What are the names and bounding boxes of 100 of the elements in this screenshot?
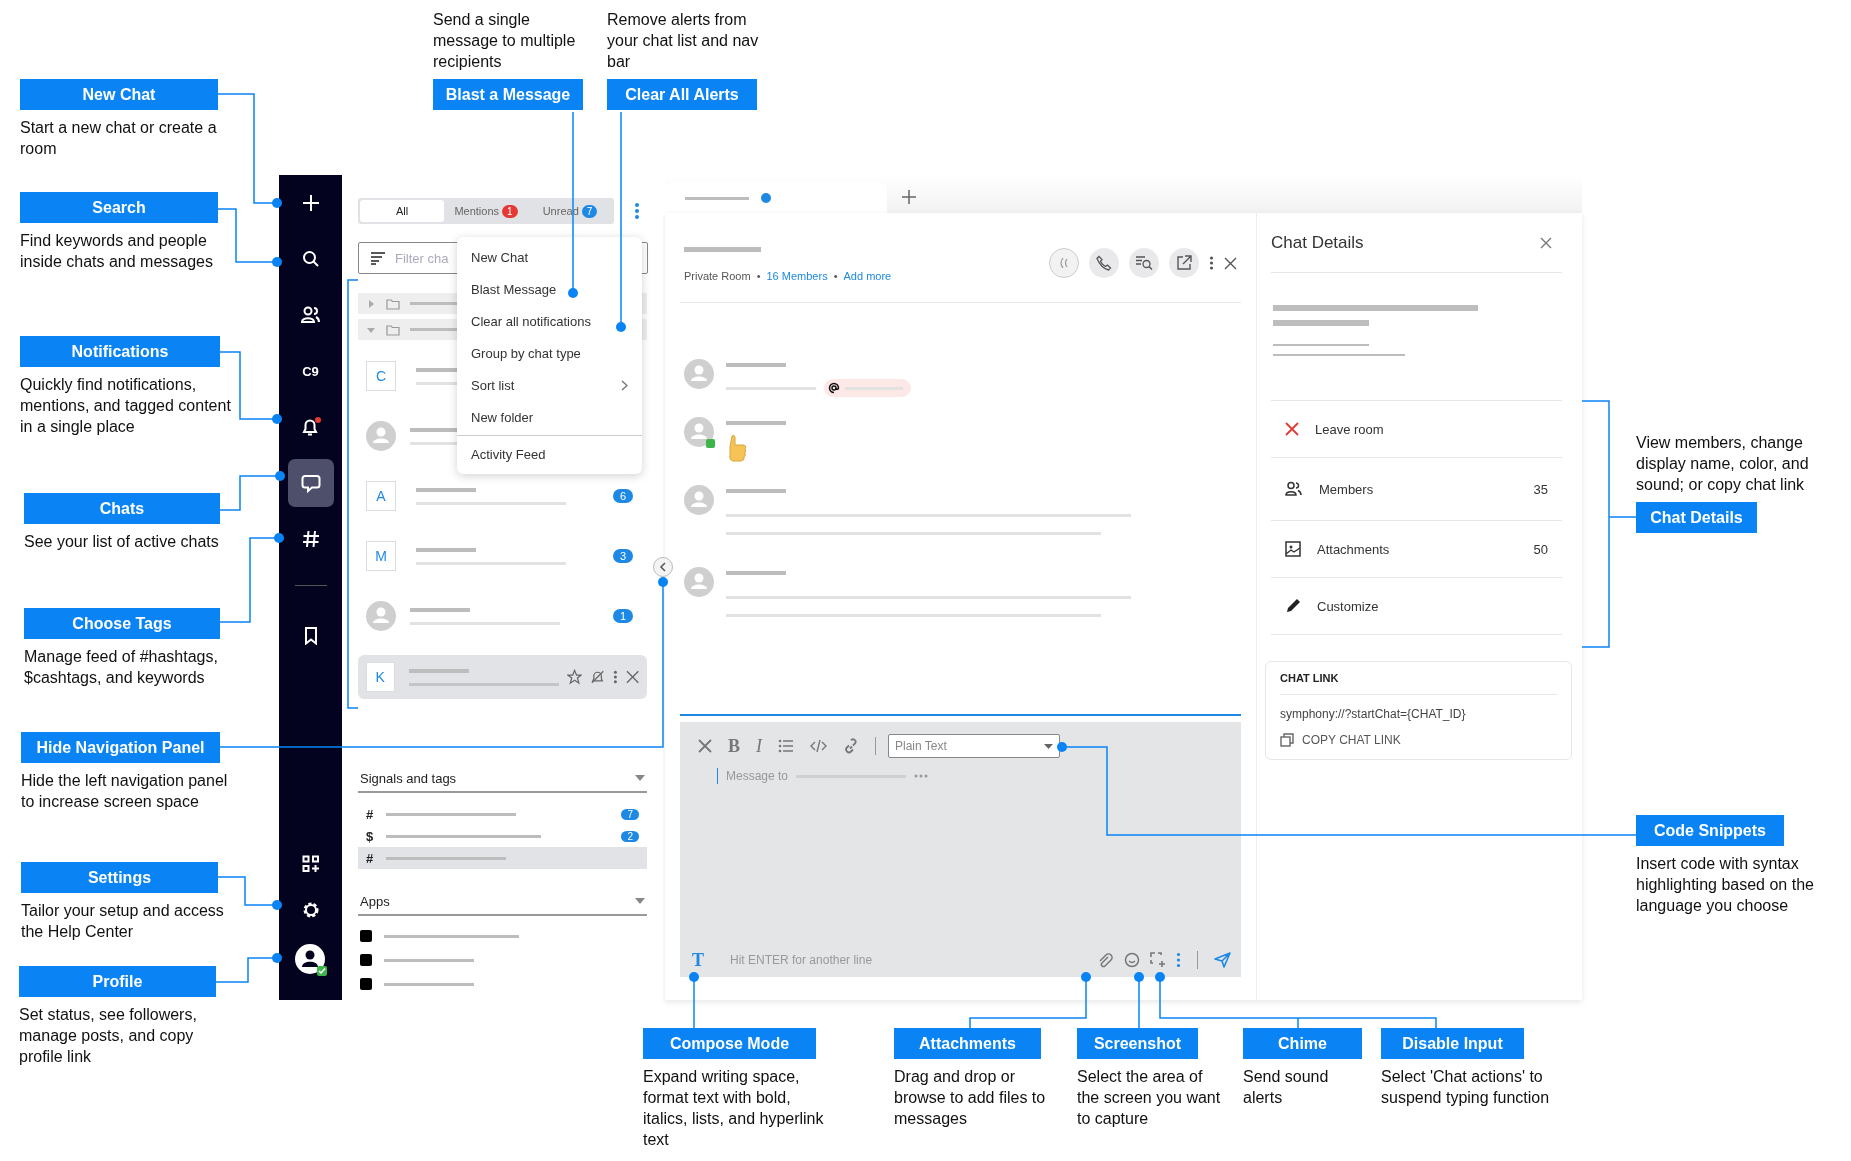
- close-icon[interactable]: [1540, 236, 1552, 249]
- link-icon[interactable]: [843, 738, 859, 754]
- signal-row[interactable]: # 7: [358, 803, 647, 825]
- callout-description: Insert code with syntax highlighting based on the language you choose: [1636, 854, 1815, 916]
- details-action[interactable]: Members 35: [1271, 458, 1562, 521]
- room-avatar[interactable]: C: [366, 361, 396, 391]
- callout-description: Expand writing space, format text with bold, italics, lists, and hyperlink text: [643, 1067, 825, 1150]
- tab[interactable]: All: [360, 200, 444, 222]
- copy-link-button[interactable]: COPY CHAT LINK: [1280, 733, 1401, 747]
- star-icon[interactable]: [566, 669, 582, 685]
- count-badge: 1: [502, 204, 518, 218]
- copy-icon: [1280, 733, 1294, 747]
- menu-item[interactable]: New Chat: [457, 241, 642, 273]
- menu-item[interactable]: New folder: [457, 401, 642, 433]
- room-avatar[interactable]: A: [366, 481, 396, 511]
- hashtag-icon: [301, 530, 320, 548]
- section-header[interactable]: Signals and tags: [358, 765, 647, 793]
- send-icon[interactable]: [1214, 952, 1231, 968]
- sound-wave-icon: [1058, 256, 1070, 270]
- screenshot-icon[interactable]: [1150, 952, 1166, 968]
- signal-row[interactable]: #: [358, 847, 647, 869]
- callout-description: Hide the left navigation panel to increase screen space: [21, 771, 229, 812]
- close-icon[interactable]: [1224, 256, 1237, 270]
- emoji-icon[interactable]: [1124, 952, 1140, 968]
- details-action[interactable]: Customize: [1271, 578, 1562, 635]
- app-icon: [360, 954, 372, 966]
- callout-title: Notifications: [20, 336, 220, 367]
- ellipsis-icon: [914, 774, 929, 778]
- room-avatar[interactable]: M: [366, 541, 396, 571]
- leader-line: [219, 471, 285, 511]
- nav-button[interactable]: [287, 459, 334, 507]
- callout-title: Attachments: [894, 1028, 1041, 1059]
- bold-button[interactable]: B: [728, 737, 740, 755]
- details-action[interactable]: Attachments 50: [1271, 521, 1562, 578]
- callout-title: Chime: [1243, 1028, 1362, 1059]
- format-dropdown[interactable]: Plain Text: [888, 734, 1060, 758]
- item-count: 50: [1533, 541, 1548, 557]
- close-icon[interactable]: [625, 670, 639, 684]
- details-action[interactable]: Leave room: [1271, 401, 1562, 458]
- leader-line: [1134, 972, 1144, 1029]
- more-icon[interactable]: [1209, 255, 1214, 271]
- call-button[interactable]: [1089, 248, 1119, 278]
- callout-description: Start a new chat or create a room: [20, 118, 218, 159]
- room-type: Private Room: [684, 270, 751, 282]
- signal-row[interactable]: $ 2: [358, 825, 647, 847]
- callout-title: Blast a Message: [433, 79, 583, 110]
- callout-description: Tailor your setup and access the Help Center: [21, 901, 225, 942]
- chat-row[interactable]: K: [358, 655, 647, 699]
- pencil-icon: [1285, 598, 1301, 614]
- close-icon[interactable]: [698, 739, 712, 753]
- separator-dot: •: [833, 270, 838, 282]
- section-header[interactable]: Apps: [358, 888, 647, 916]
- room-avatar[interactable]: K: [366, 662, 395, 692]
- more-icon[interactable]: [612, 669, 618, 685]
- section-title: Apps: [360, 893, 390, 909]
- menu-item[interactable]: Sort list: [457, 369, 642, 401]
- callout-description: Manage feed of #hashtags, $cashtags, and keywords: [24, 647, 219, 688]
- search-chat-button[interactable]: [1129, 248, 1159, 278]
- callout-title: Profile: [19, 966, 216, 997]
- code-icon[interactable]: [810, 739, 827, 753]
- menu-item[interactable]: Blast Message: [457, 273, 642, 305]
- search-icon: [1135, 255, 1153, 271]
- callout-title: Clear All Alerts: [607, 79, 757, 110]
- placeholder-line: [685, 196, 749, 200]
- apps-grid-icon: [301, 855, 320, 873]
- profile-avatar-icon: [293, 943, 328, 977]
- callout-description: Remove alerts from your chat list and nav bar: [607, 10, 760, 72]
- paperclip-icon[interactable]: [1098, 952, 1114, 968]
- caret-icon: [635, 898, 645, 904]
- callout-title: Hide Navigation Panel: [21, 732, 220, 763]
- callout-title: New Chat: [20, 79, 218, 110]
- filter-icon: [370, 251, 386, 265]
- people-icon: [300, 306, 321, 324]
- bullet-list-icon[interactable]: [778, 739, 794, 753]
- menu-item[interactable]: Clear all notifications: [457, 305, 642, 337]
- image-icon: [1285, 541, 1301, 557]
- caret-icon: [1044, 743, 1053, 749]
- nav-label-button[interactable]: C9: [287, 347, 334, 395]
- members-link[interactable]: 16 Members: [766, 270, 828, 282]
- tab[interactable]: Mentions 1: [444, 200, 528, 222]
- mute-bell-icon[interactable]: [589, 669, 605, 685]
- leader-line: [689, 972, 699, 1029]
- pop-out-button[interactable]: [1169, 248, 1199, 278]
- phone-icon: [1096, 255, 1112, 271]
- menu-item[interactable]: Group by chat type: [457, 337, 642, 369]
- callout-description: Set status, see followers, manage posts, and copy profile link: [19, 1005, 198, 1067]
- plus-icon[interactable]: [901, 189, 917, 205]
- unread-badge: 2: [621, 830, 639, 842]
- unread-badge: 1: [612, 609, 633, 623]
- add-more-link[interactable]: Add more: [843, 270, 892, 282]
- callout-title: Disable Input: [1381, 1028, 1524, 1059]
- callout-description: Send a single message to multiple recipients: [433, 10, 577, 72]
- menu-item[interactable]: Activity Feed: [457, 438, 642, 470]
- italic-button[interactable]: I: [756, 737, 762, 755]
- callout-description: Select 'Chat actions' to suspend typing function: [1381, 1067, 1551, 1108]
- more-icon[interactable]: [634, 202, 640, 220]
- folder-icon: [386, 323, 400, 336]
- item-count: 35: [1533, 481, 1548, 497]
- leader-line: [215, 953, 282, 983]
- callout-title: Search: [20, 192, 218, 223]
